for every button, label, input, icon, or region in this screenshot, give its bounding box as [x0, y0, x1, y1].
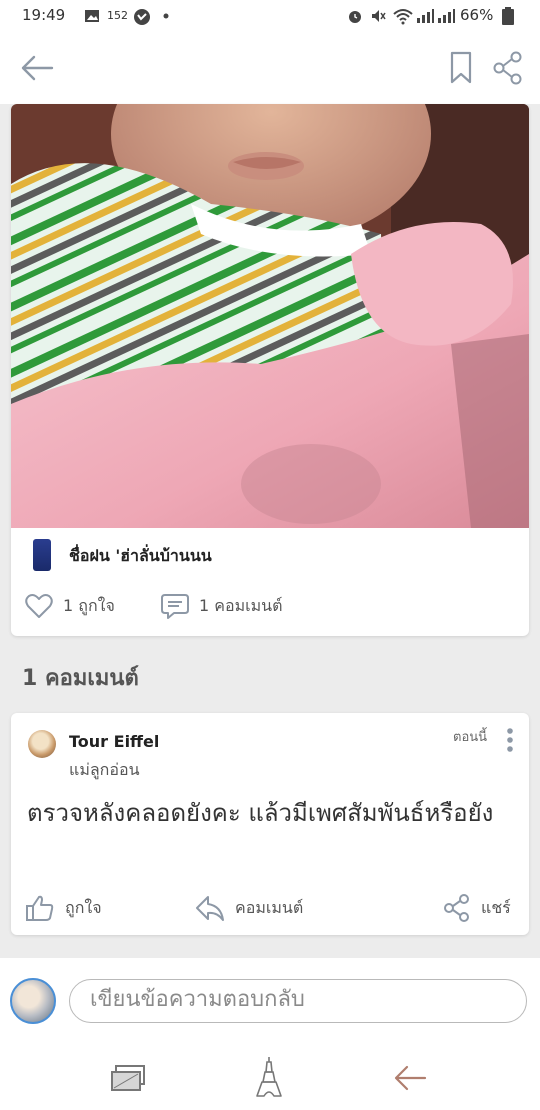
commenter-name[interactable]: Tour Eiffel	[69, 732, 159, 751]
dot-icon	[163, 13, 169, 19]
comment-reply-button[interactable]: คอมเมนต์	[195, 893, 303, 923]
author-avatar[interactable]	[33, 539, 51, 571]
reply-bar: เขียนข้อความตอบกลับ	[0, 958, 540, 1046]
navigation-bar	[0, 1046, 540, 1110]
share-icon[interactable]	[492, 51, 524, 85]
reply-input[interactable]: เขียนข้อความตอบกลับ	[69, 979, 527, 1023]
reply-icon	[196, 896, 224, 921]
comments-count-label: 1 คอมเมนต์	[199, 595, 283, 615]
post-card: ชื่อฝน 'ฮ่าลั่นบ้านนน 1 ถูกใจ 1 คอมเมนต์	[11, 104, 529, 636]
commenter-avatar[interactable]	[28, 730, 56, 758]
current-user-avatar[interactable]	[10, 978, 56, 1024]
share-icon	[444, 894, 469, 922]
comment-like-button[interactable]: ถูกใจ	[25, 893, 102, 923]
wifi-icon	[393, 9, 413, 25]
comment-share-button[interactable]: แชร์	[443, 893, 511, 923]
comment-share-label: แชร์	[481, 897, 511, 917]
heart-icon	[25, 594, 53, 618]
nav-back-icon[interactable]	[393, 1064, 427, 1092]
cards-icon[interactable]	[110, 1064, 146, 1092]
post-author-name[interactable]: ชื่อฝน 'ฮ่าลั่นบ้านนน	[69, 544, 212, 569]
app-bar	[0, 34, 540, 104]
alarm-icon	[349, 11, 361, 23]
commenter-group[interactable]: แม่ลูกอ่อน	[69, 758, 140, 783]
comments-section-title: 1 คอมเมนต์	[22, 666, 139, 691]
comment-card: Tour Eiffel แม่ลูกอ่อน ตอนนี้ ตรวจหลังคล…	[11, 713, 529, 935]
bookmark-icon[interactable]	[449, 51, 473, 85]
notification-count: 152	[107, 9, 128, 22]
comment-like-label: ถูกใจ	[65, 897, 102, 917]
comment-bubble-icon	[161, 594, 189, 619]
battery-percent: 66%	[460, 6, 494, 24]
signal-icon-1	[417, 9, 434, 23]
mute-icon	[372, 10, 386, 22]
more-vertical-icon[interactable]	[504, 727, 516, 753]
battery-icon	[502, 7, 514, 25]
gallery-notification-icon	[85, 10, 99, 22]
likes-count-label: 1 ถูกใจ	[63, 595, 115, 615]
status-time: 19:49	[22, 6, 66, 24]
comment-text: ตรวจหลังคลอดยังคะ แล้วมีเพศสัมพันธ์หรือย…	[27, 799, 494, 827]
comment-time: ตอนนี้	[453, 730, 488, 745]
comment-reply-label: คอมเมนต์	[235, 897, 304, 917]
arrow-left-icon[interactable]	[20, 53, 54, 83]
app-notification-icon	[134, 9, 150, 25]
comments-button[interactable]: 1 คอมเมนต์	[161, 592, 282, 620]
eiffel-tower-icon[interactable]	[255, 1056, 283, 1098]
thumbs-up-icon	[26, 895, 54, 921]
like-button[interactable]: 1 ถูกใจ	[25, 592, 115, 620]
post-photo[interactable]	[11, 104, 529, 528]
status-bar: 19:49 152 66%	[0, 0, 540, 34]
signal-icon-2	[438, 9, 455, 23]
